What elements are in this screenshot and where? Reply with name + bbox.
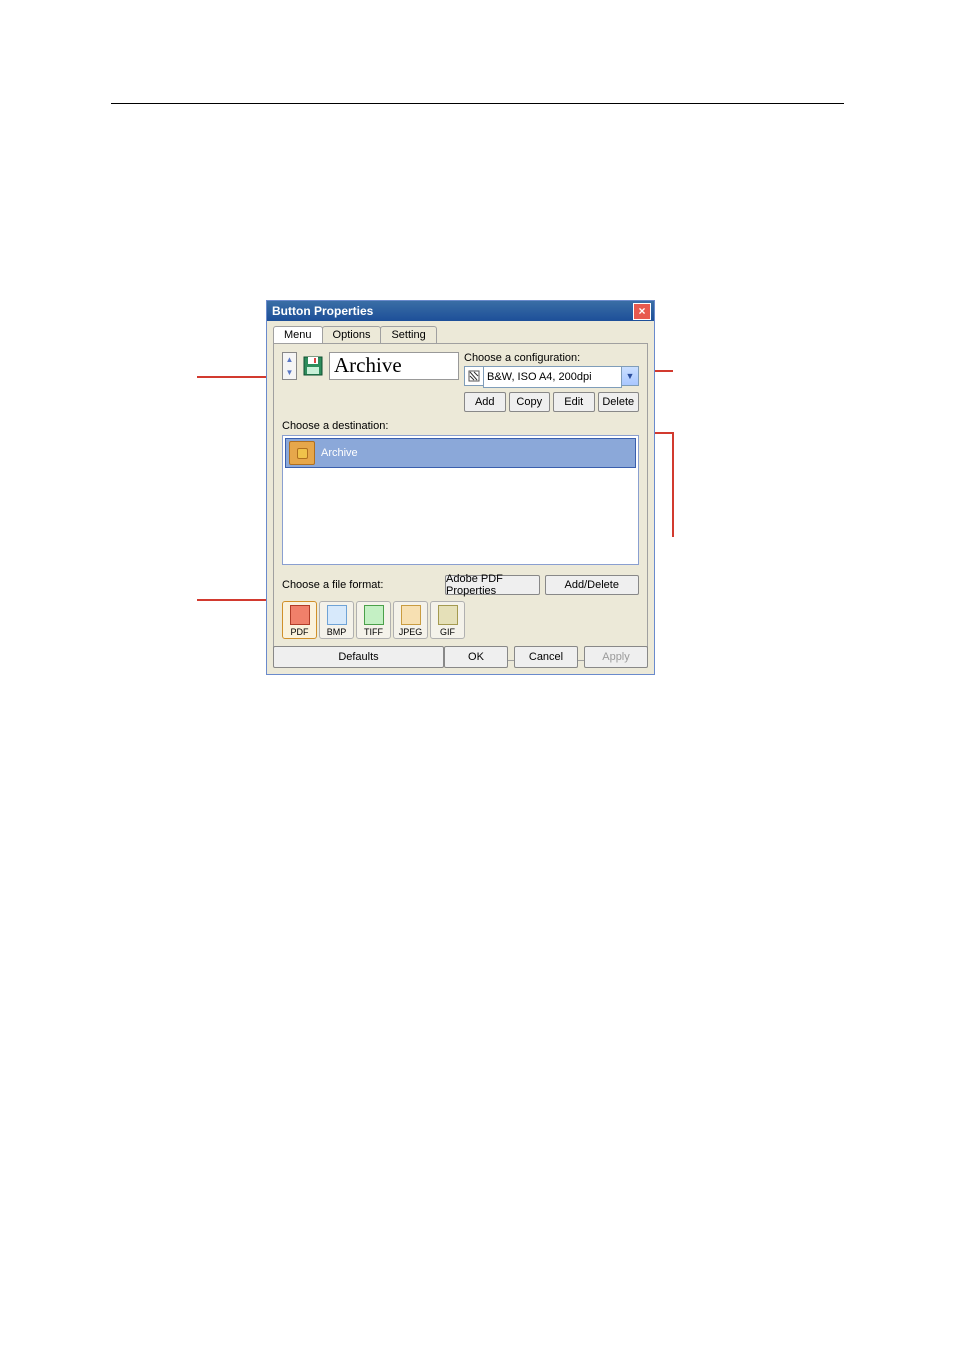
- destination-item[interactable]: Archive: [285, 438, 636, 468]
- format-label: GIF: [440, 627, 455, 637]
- pdf-properties-button[interactable]: Adobe PDF Properties: [445, 575, 540, 595]
- apply-button[interactable]: Apply: [584, 646, 648, 668]
- config-combo[interactable]: B&W, ISO A4, 200dpi ▼: [464, 366, 639, 388]
- callout-line: [653, 370, 673, 372]
- defaults-button[interactable]: Defaults: [273, 646, 444, 668]
- config-label: Choose a configuration:: [464, 352, 639, 364]
- format-gif[interactable]: GIF: [430, 601, 465, 639]
- button-name-input[interactable]: Archive: [329, 352, 459, 380]
- chevron-down-icon: ▼: [622, 366, 639, 386]
- pdf-icon: [290, 605, 310, 625]
- format-label: JPEG: [399, 627, 423, 637]
- close-button[interactable]: ×: [633, 303, 651, 320]
- config-mode-icon: [464, 366, 483, 386]
- format-label: BMP: [327, 627, 347, 637]
- tab-menu[interactable]: Menu: [273, 326, 323, 343]
- ok-button[interactable]: OK: [444, 646, 508, 668]
- add-delete-format-button[interactable]: Add/Delete: [545, 575, 640, 595]
- tab-strip: Menu Options Setting: [267, 321, 654, 343]
- file-format-list: PDF BMP TIFF JPEG GIF: [282, 601, 639, 639]
- dialog-title: Button Properties: [272, 304, 373, 318]
- config-copy-button[interactable]: Copy: [509, 392, 551, 412]
- format-bmp[interactable]: BMP: [319, 601, 354, 639]
- config-selected: B&W, ISO A4, 200dpi: [483, 366, 622, 388]
- destination-list[interactable]: Archive: [282, 435, 639, 565]
- callout-line: [653, 432, 673, 434]
- format-jpeg[interactable]: JPEG: [393, 601, 428, 639]
- titlebar: Button Properties ×: [267, 301, 654, 321]
- spin-down-icon: ▼: [283, 366, 296, 379]
- tab-options[interactable]: Options: [322, 326, 382, 343]
- gif-icon: [438, 605, 458, 625]
- page-rule: [111, 103, 844, 104]
- dialog-footer: Defaults OK Cancel Apply: [273, 646, 648, 668]
- close-icon: ×: [638, 305, 645, 317]
- tab-panel: ▲ ▼ Archive Choose a configuration: B&W,…: [273, 343, 648, 661]
- tab-setting[interactable]: Setting: [380, 326, 436, 343]
- config-edit-button[interactable]: Edit: [553, 392, 595, 412]
- config-delete-button[interactable]: Delete: [598, 392, 640, 412]
- destination-label: Choose a destination:: [282, 420, 639, 432]
- button-properties-dialog: Button Properties × Menu Options Setting…: [266, 300, 655, 675]
- callout-line: [197, 599, 266, 601]
- format-label: PDF: [291, 627, 309, 637]
- button-spinner[interactable]: ▲ ▼: [282, 352, 297, 380]
- spin-up-icon: ▲: [283, 353, 296, 366]
- destination-item-label: Archive: [321, 447, 358, 459]
- callout-line: [672, 432, 674, 537]
- file-format-label: Choose a file format:: [282, 579, 384, 591]
- format-tiff[interactable]: TIFF: [356, 601, 391, 639]
- bmp-icon: [327, 605, 347, 625]
- callout-line: [197, 376, 266, 378]
- folder-icon: [289, 441, 315, 465]
- jpeg-icon: [401, 605, 421, 625]
- tiff-icon: [364, 605, 384, 625]
- config-block: Choose a configuration: B&W, ISO A4, 200…: [464, 352, 639, 412]
- button-name-group: ▲ ▼ Archive: [282, 352, 459, 380]
- archive-disk-icon: [301, 354, 325, 378]
- config-add-button[interactable]: Add: [464, 392, 506, 412]
- format-pdf[interactable]: PDF: [282, 601, 317, 639]
- cancel-button[interactable]: Cancel: [514, 646, 578, 668]
- format-label: TIFF: [364, 627, 383, 637]
